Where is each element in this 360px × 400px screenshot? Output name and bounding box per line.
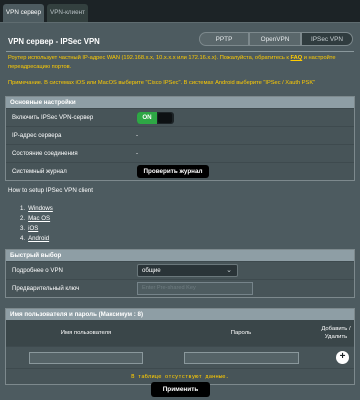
client-note: Примечание. В системах iOS или MacOS выб… [8,80,316,86]
quick-select-header: Быстрый выбор [6,250,354,261]
ios-guide-link[interactable]: iOS [28,225,38,232]
vpn-details-value: общие [142,267,161,274]
list-number: 2. [20,215,26,222]
chevron-down-icon: ⌄ [226,267,232,274]
tab-vpn-client[interactable]: VPN-клиент [47,4,88,22]
main-panel: VPN сервер - IPSec VPN PPTP OpenVPN IPSe… [0,22,360,400]
system-log-row: Системный журнал Проверить журнал [6,162,354,180]
enable-ipsec-label: Включить IPSec VPN-сервер [12,114,94,121]
list-number: 3. [20,225,26,232]
router-notice-text: Роутер использует частный IP-адрес WAN (… [8,55,291,61]
client-guide-list: 1. Windows 2. Mac OS 3. iOS 4. Android [20,204,53,244]
users-table-header: Имя пользователя Пароль Добавить / Удали… [6,320,354,346]
enable-ipsec-toggle[interactable]: ON [137,112,174,124]
page-title: VPN сервер - IPSec VPN [8,37,100,46]
system-log-label: Системный журнал [12,168,67,175]
macos-guide-link[interactable]: Mac OS [28,215,50,222]
password-column-header: Пароль [230,330,252,336]
list-number: 4. [20,235,26,242]
username-input[interactable] [29,352,143,364]
username-column-header: Имя пользователя [60,330,112,336]
protocol-ipsec-button[interactable]: IPSec VPN [301,32,353,46]
basic-settings-section: Основные настройки Включить IPSec VPN-се… [5,96,355,181]
basic-settings-header: Основные настройки [6,97,354,108]
new-user-row: + [6,346,354,368]
password-input[interactable] [184,352,299,364]
server-ip-value: - [136,132,139,139]
add-delete-column-header: Добавить / Удалить [316,325,356,341]
faq-link[interactable]: FAQ [291,55,303,61]
plus-circle-icon[interactable]: + [336,351,349,364]
server-ip-row: IP-адрес сервера - [6,126,354,144]
psk-row: Предварительный ключ Enter Pre-shared Ke… [6,279,354,297]
list-item: 1. Windows [20,204,53,214]
protocol-pptp-button[interactable]: PPTP [199,32,249,46]
list-item: 3. iOS [20,224,53,234]
vpn-details-select[interactable]: общие ⌄ [137,264,238,277]
windows-guide-link[interactable]: Windows [28,205,53,212]
router-notice: Роутер использует частный IP-адрес WAN (… [8,54,354,72]
connection-status-value: - [136,150,139,157]
top-tab-bar: VPN сервер VPN-клиент [0,0,360,22]
quick-select-section: Быстрый выбор Подробнее о VPN общие ⌄ Пр… [5,249,355,298]
psk-label: Предварительный ключ [12,285,80,292]
divider [6,51,354,52]
vpn-details-row: Подробнее о VPN общие ⌄ [6,261,354,279]
protocol-openvpn-button[interactable]: OpenVPN [249,32,301,46]
connection-status-label: Состояние соединения [12,150,78,157]
add-delete-line2: Удалить [324,334,348,340]
list-number: 1. [20,205,26,212]
list-item: 4. Android [20,234,53,244]
users-section: Имя пользователя и пароль (Максимум : 8)… [5,308,355,385]
howto-title: How to setup IPSec VPN client [8,187,93,194]
add-delete-line1: Добавить / [321,326,351,332]
check-log-button[interactable]: Проверить журнал [137,165,209,178]
enable-ipsec-row: Включить IPSec VPN-сервер ON [6,108,354,126]
users-header: Имя пользователя и пароль (Максимум : 8) [6,309,354,320]
server-ip-label: IP-адрес сервера [12,132,62,139]
apply-button[interactable]: Применить [151,382,210,397]
vpn-details-label: Подробнее о VPN [12,267,63,274]
android-guide-link[interactable]: Android [28,235,49,242]
toggle-on-label: ON [137,112,157,124]
list-item: 2. Mac OS [20,214,53,224]
toggle-knob [158,113,172,123]
psk-input[interactable]: Enter Pre-shared Key [137,282,253,295]
connection-status-row: Состояние соединения - [6,144,354,162]
tab-vpn-server[interactable]: VPN сервер [3,4,44,22]
